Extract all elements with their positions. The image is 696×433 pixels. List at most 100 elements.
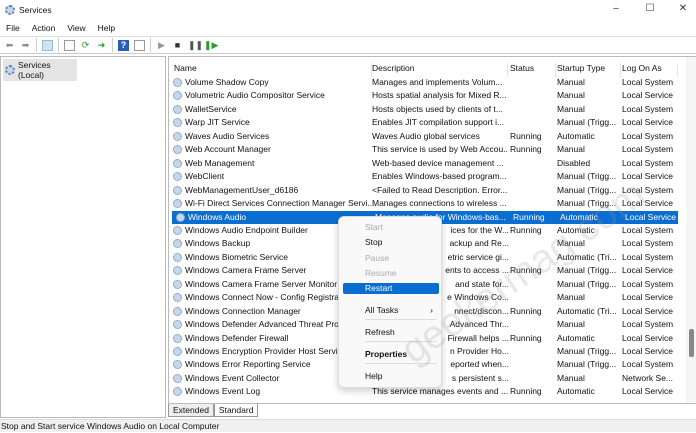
service-log-on-as: Local System (622, 238, 674, 249)
column-header-status[interactable]: Status (510, 63, 556, 77)
submenu-chevron-icon: › (430, 305, 433, 315)
menu-item-help[interactable]: Help (343, 371, 439, 382)
menu-item-start[interactable]: Start (343, 222, 439, 233)
service-log-on-as: Local System (622, 359, 674, 370)
properties-icon[interactable] (64, 39, 75, 51)
service-startup-type: Automatic (Tri... (557, 305, 617, 316)
service-log-on-as: Local Service (622, 265, 674, 276)
service-name: Waves Audio Services (185, 130, 270, 141)
service-row[interactable]: WebManagementUser_d6186 <Failed to Read … (169, 184, 675, 197)
close-button[interactable]: ✕ (673, 3, 693, 14)
service-row[interactable]: Warp JIT Service Enables JIT compilation… (169, 116, 675, 129)
service-row[interactable]: Web Account Manager This service is used… (169, 143, 675, 156)
service-startup-type: Manual (557, 90, 585, 101)
service-row[interactable]: Wi-Fi Direct Services Connection Manager… (169, 197, 675, 210)
menu-view[interactable]: View (67, 23, 85, 33)
tab-extended[interactable]: Extended (168, 404, 214, 417)
menu-item-properties[interactable]: Properties (343, 349, 439, 360)
service-log-on-as: Local System (622, 278, 674, 289)
service-startup-type: Manual (Trigg... (557, 265, 617, 276)
minimize-button[interactable]: – (606, 3, 626, 14)
menu-item-restart[interactable]: Restart (343, 283, 439, 294)
service-icon (173, 320, 182, 330)
stop-service-icon[interactable]: ■ (172, 40, 183, 51)
service-row[interactable]: Volume Shadow Copy Manages and implement… (169, 76, 675, 89)
service-icon (173, 158, 182, 168)
service-icon (173, 373, 182, 383)
scrollbar-thumb[interactable] (689, 329, 694, 357)
service-icon (173, 145, 182, 155)
window-title: Services (19, 5, 52, 15)
service-row[interactable]: WebClient Enables Windows-based program.… (169, 170, 675, 183)
service-status: Running (510, 144, 542, 155)
service-row[interactable]: Web Management Web-based device manageme… (169, 157, 675, 170)
forward-icon[interactable]: ➡ (20, 40, 31, 51)
menu-item-refresh[interactable]: Refresh (343, 327, 439, 338)
service-description: This service is used by Web Accou... (372, 144, 508, 155)
service-log-on-as: Local Service (622, 171, 674, 182)
service-icon (173, 199, 182, 209)
service-description: Hosts spatial analysis for Mixed R... (372, 90, 507, 101)
service-log-on-as: Local Service (622, 332, 674, 343)
toolbar-separator (150, 38, 151, 52)
service-icon (173, 118, 182, 128)
column-header-name[interactable]: Name (174, 63, 372, 77)
service-startup-type: Manual (Trigg... (557, 198, 617, 209)
pause-service-icon[interactable]: ❚❚ (188, 40, 203, 51)
service-icon (173, 252, 182, 262)
service-log-on-as: Local Service (622, 292, 674, 303)
menu-separator (365, 363, 437, 364)
column-header-description[interactable]: Description (372, 63, 508, 77)
export-list-icon[interactable]: ➜ (96, 40, 107, 51)
service-icon (173, 347, 182, 356)
service-log-on-as: Local Service (625, 211, 677, 222)
service-description: ackup and Re... (449, 238, 509, 249)
menu-item-stop[interactable]: Stop (343, 237, 439, 248)
service-log-on-as: Local Service (622, 90, 674, 101)
menu-file[interactable]: File (6, 23, 20, 33)
service-icon (173, 225, 182, 235)
refresh-icon[interactable]: ⟳ (80, 40, 91, 51)
service-icon (173, 185, 182, 195)
service-description: and state for... (455, 278, 509, 289)
column-header-log-on-as[interactable]: Log On As (622, 63, 678, 77)
service-row[interactable]: WalletService Hosts objects used by clie… (169, 103, 675, 116)
service-startup-type: Manual (557, 144, 585, 155)
show-action-pane-icon[interactable] (134, 39, 145, 51)
back-icon[interactable]: ⬅ (4, 40, 15, 51)
tree-item-label: Services (Local) (18, 60, 51, 80)
menu-separator (365, 341, 437, 342)
help-icon[interactable]: ? (118, 39, 129, 51)
service-log-on-as: Local System (622, 224, 674, 235)
start-service-icon[interactable]: ▶ (156, 40, 167, 51)
service-log-on-as: Local Service (622, 198, 674, 209)
service-log-on-as: Local Service (622, 386, 674, 397)
service-status: Running (510, 130, 542, 141)
maximize-button[interactable]: ☐ (640, 3, 660, 14)
service-log-on-as: Local Service (622, 305, 674, 316)
service-row[interactable]: Waves Audio Services Waves Audio global … (169, 130, 675, 143)
service-name: Web Management (185, 157, 255, 168)
column-header-startup-type[interactable]: Startup Type (557, 63, 621, 77)
vertical-scrollbar[interactable] (686, 57, 696, 403)
service-name: Volume Shadow Copy (185, 77, 269, 87)
menu-action[interactable]: Action (32, 23, 56, 33)
service-description: s persistent s... (451, 372, 509, 383)
menu-item-all-tasks[interactable]: All Tasks › (343, 305, 439, 316)
tab-standard[interactable]: Standard (213, 404, 259, 417)
service-startup-type: Manual (Trigg... (557, 184, 617, 195)
show-hide-console-tree-icon[interactable] (42, 39, 53, 51)
toolbar-separator (36, 38, 37, 52)
service-icon (173, 279, 182, 289)
service-icon (173, 172, 182, 182)
toolbar-separator (112, 38, 113, 52)
restart-service-icon[interactable]: ❚▶ (204, 40, 218, 51)
tree-item-services-local[interactable]: Services (Local) (3, 59, 77, 81)
service-row[interactable]: Volumetric Audio Compositor Service Host… (169, 89, 675, 102)
context-menu: Start Stop Pause Resume Restart All Task… (338, 216, 442, 388)
menu-item-pause[interactable]: Pause (343, 253, 439, 264)
menu-item-resume[interactable]: Resume (343, 268, 439, 279)
service-description: Firewall helps ... (447, 332, 509, 343)
services-app-icon (5, 5, 15, 15)
menu-help[interactable]: Help (98, 23, 115, 33)
